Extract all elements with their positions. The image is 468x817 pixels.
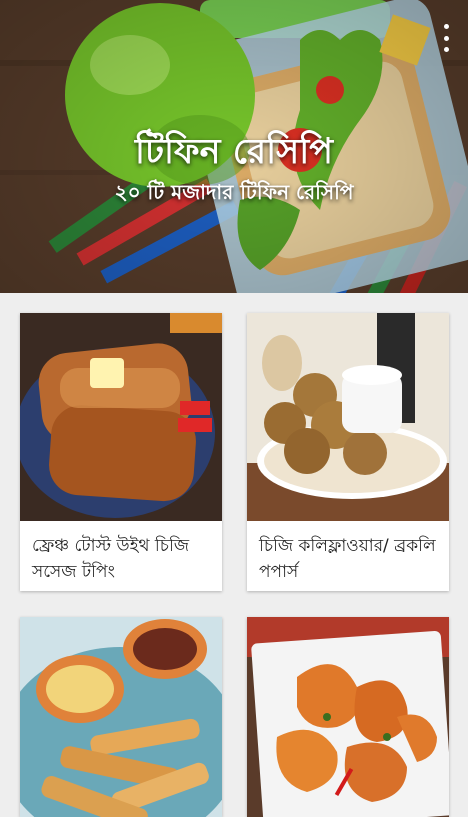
french-toast-image bbox=[20, 313, 222, 521]
recipe-card[interactable] bbox=[247, 617, 449, 817]
cauliflower-poppers-image bbox=[247, 313, 449, 521]
fried-prawns-image bbox=[247, 617, 449, 817]
recipe-title: চিজি কলিফ্লাওয়ার/ ব্রকলি পপার্স bbox=[259, 536, 436, 582]
page-subtitle: ২০ টি মজাদার টিফিন রেসিপি bbox=[114, 180, 354, 204]
recipe-card[interactable]: চিজি কলিফ্লাওয়ার/ ব্রকলি পপার্স bbox=[247, 313, 449, 591]
recipe-card[interactable] bbox=[20, 617, 222, 817]
recipe-title: ফ্রেঞ্চ টোস্ট উইথ চিজি সসেজ টপিং bbox=[32, 536, 190, 582]
fish-fingers-image bbox=[20, 617, 222, 817]
recipe-card[interactable]: ফ্রেঞ্চ টোস্ট উইথ চিজি সসেজ টপিং bbox=[20, 313, 222, 591]
header-banner: টিফিন রেসিপি ২০ টি মজাদার টিফিন রেসিপি bbox=[0, 0, 468, 293]
overflow-menu-icon[interactable] bbox=[438, 24, 454, 52]
page-title: টিফিন রেসিপি bbox=[134, 132, 334, 172]
